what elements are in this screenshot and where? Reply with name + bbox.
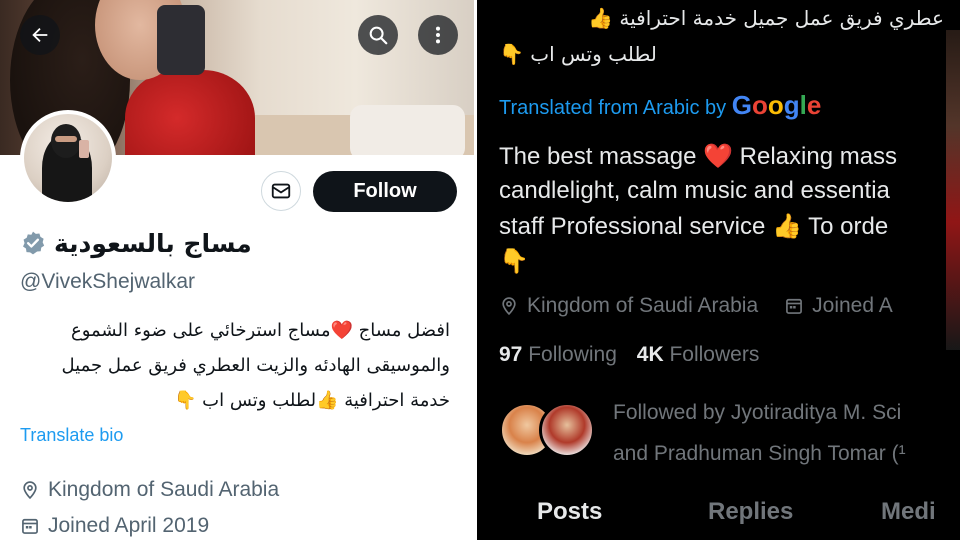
followers-label: Followers — [669, 343, 760, 366]
translate-bio-link[interactable]: Translate bio — [20, 425, 123, 446]
profile-joined-date: Joined April 2019 — [20, 514, 209, 538]
more-vertical-icon — [435, 26, 441, 44]
followers-link[interactable]: 4K Followers — [637, 343, 760, 366]
following-label: Following — [528, 343, 617, 366]
translated-bio-line: The best massage ❤️ Relaxing mass — [499, 143, 898, 170]
profile-avatar[interactable] — [20, 110, 116, 206]
followed-by-text[interactable]: Followed by Jyotiraditya M. Sci and Prad… — [613, 392, 906, 474]
translated-bio-line: staff Professional service 👍 To orde — [499, 213, 889, 240]
profile-location: Kingdom of Saudi Arabia — [20, 478, 279, 502]
followed-by-line: Followed by Jyotiraditya M. Sci — [613, 401, 902, 424]
joined-text: Joined A — [812, 294, 893, 317]
following-count: 97 — [499, 343, 523, 366]
followed-by-line: and Pradhuman Singh Tomar (¹ — [613, 442, 906, 465]
translated-bio-line: candlelight, calm music and essentia — [499, 177, 890, 204]
profile-panel-light: Follow مساج بالسعودية @VivekShejwalkar ا… — [0, 0, 474, 540]
search-icon — [369, 26, 388, 45]
followed-by-avatars — [499, 402, 599, 460]
location-pin-icon — [23, 481, 37, 500]
arabic-bio-line: لطلب وتس اب 👇 — [499, 42, 657, 66]
avatar — [539, 402, 595, 458]
dark-profile-meta: Kingdom of Saudi Arabia Joined A — [499, 294, 893, 318]
profile-panel-dark: عطري فريق عمل جميل خدمة احترافية 👍 لطلب … — [477, 0, 960, 540]
calendar-icon — [22, 518, 38, 534]
tab-media[interactable]: Medi — [881, 498, 936, 526]
more-options-button[interactable] — [418, 15, 458, 55]
arabic-bio-line: عطري فريق عمل جميل خدمة احترافية 👍 — [588, 6, 944, 30]
location-text: Kingdom of Saudi Arabia — [527, 294, 759, 317]
profile-bio: افضل مساج ❤️مساج استرخائي على ضوء الشموع… — [20, 313, 450, 418]
envelope-icon — [271, 183, 291, 199]
translated-by-label: Translated from Arabic by Google — [499, 90, 821, 121]
bio-line: افضل مساج ❤️مساج استرخائي على ضوء الشموع — [70, 320, 450, 341]
back-button[interactable] — [20, 15, 60, 55]
cropped-banner-edge — [946, 30, 960, 350]
message-button[interactable] — [261, 171, 301, 211]
joined-text: Joined April 2019 — [48, 514, 210, 537]
google-logo: Google — [731, 90, 822, 120]
translated-bio-line: 👇 — [499, 248, 529, 275]
following-link[interactable]: 97 Following — [499, 343, 617, 366]
location-pin-icon — [502, 297, 516, 316]
verified-badge-icon — [23, 231, 45, 255]
calendar-icon — [786, 298, 803, 314]
follow-counts: 97 Following 4K Followers — [499, 343, 759, 367]
tab-replies[interactable]: Replies — [708, 498, 793, 526]
bio-line: خدمة احترافية 👍لطلب وتس اب 👇 — [174, 390, 450, 411]
followers-count: 4K — [636, 343, 664, 366]
profile-tabs: Posts Replies Medi — [477, 492, 960, 540]
bio-line: والموسيقى الهادئه والزيت العطري فريق عمل… — [61, 355, 450, 376]
tab-posts[interactable]: Posts — [537, 498, 602, 526]
profile-handle: @VivekShejwalkar — [20, 270, 196, 293]
location-text: Kingdom of Saudi Arabia — [48, 478, 280, 501]
profile-display-name: مساج بالسعودية — [54, 229, 252, 258]
back-arrow-icon — [32, 27, 48, 43]
translated-from-text: Translated from Arabic by — [499, 97, 727, 119]
follow-button[interactable]: Follow — [313, 171, 457, 212]
search-button[interactable] — [358, 15, 398, 55]
